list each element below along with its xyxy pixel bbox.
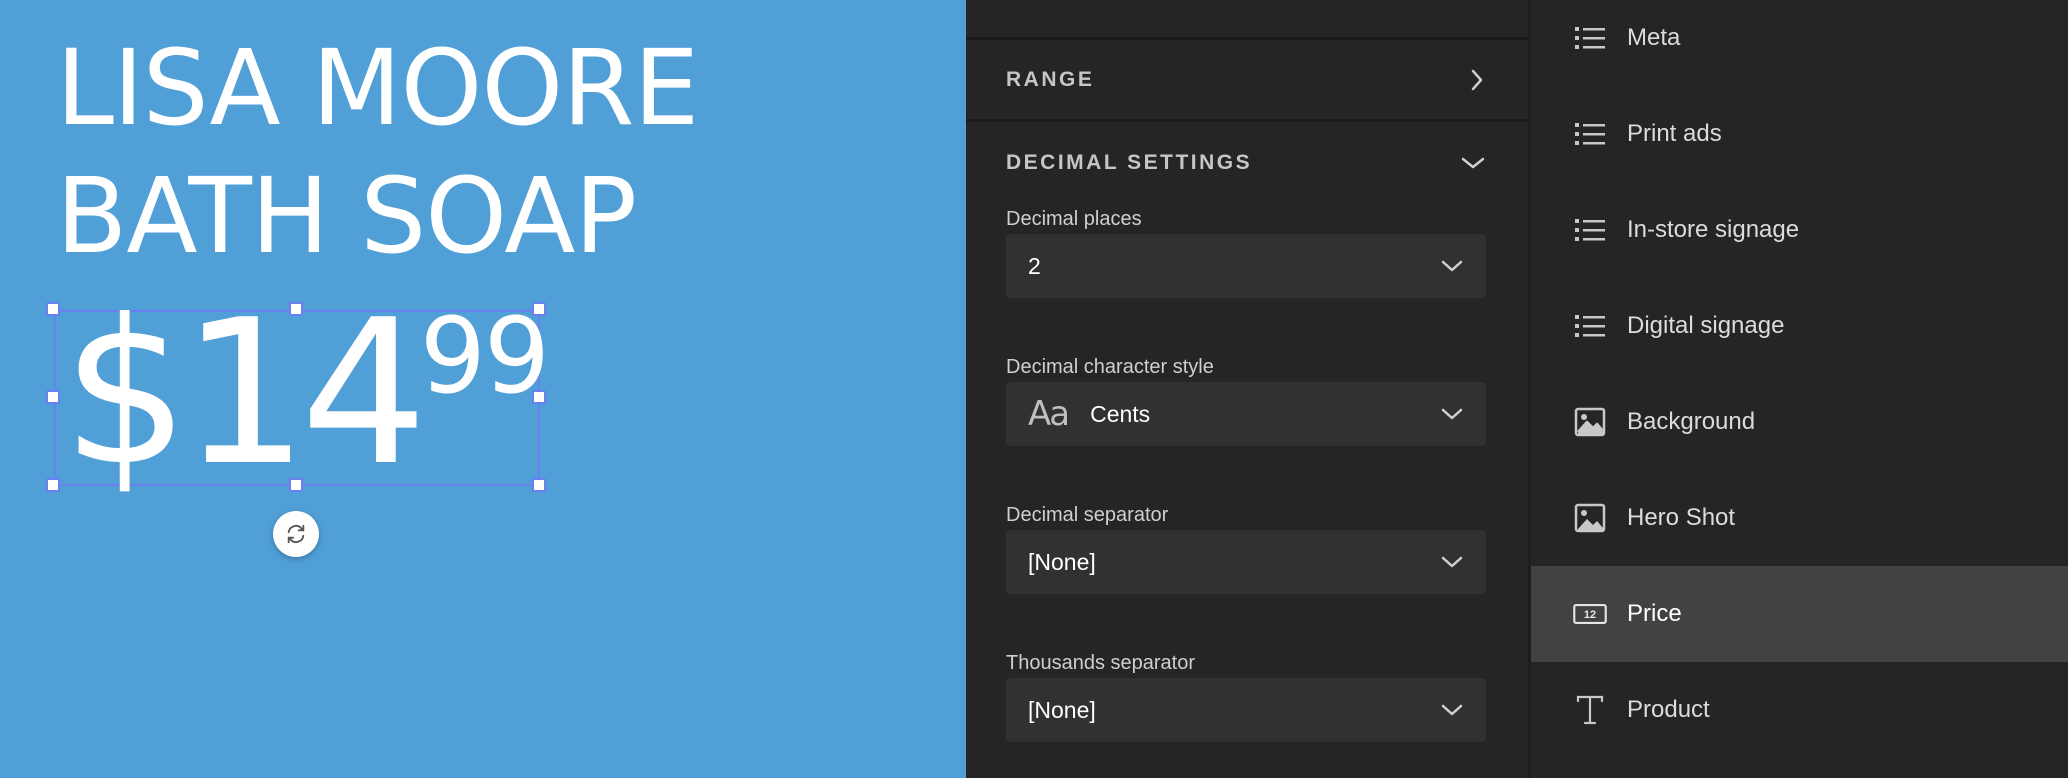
layer-label: Product xyxy=(1627,696,1710,723)
resize-handle-bottom-center[interactable] xyxy=(289,478,303,492)
chevron-right-icon xyxy=(1471,69,1483,90)
price-icon-text: 12 xyxy=(1584,609,1596,621)
list-icon xyxy=(1573,117,1607,151)
chevron-down-icon xyxy=(1441,556,1463,568)
resize-handle-bottom-right[interactable] xyxy=(532,478,546,492)
resize-handle-top-center[interactable] xyxy=(289,302,303,316)
decimal-places-label: Decimal places xyxy=(1006,208,1142,230)
range-section-label: RANGE xyxy=(1006,67,1095,91)
rotate-button[interactable] xyxy=(273,511,319,557)
list-icon xyxy=(1573,213,1607,247)
panel-top-bar xyxy=(966,0,1528,40)
chevron-down-icon xyxy=(1441,408,1463,420)
decimal-char-style-select[interactable]: Aa Cents xyxy=(1006,382,1486,446)
headline-line-2: BATH SOAP xyxy=(56,155,637,277)
layer-item-print-ads[interactable]: Print ads xyxy=(1531,86,2068,182)
headline-line-1: LISA MOORE xyxy=(56,27,699,149)
thousands-separator-label: Thousands separator xyxy=(1006,652,1196,674)
resize-handle-top-right[interactable] xyxy=(532,302,546,316)
resize-handle-middle-left[interactable] xyxy=(46,390,60,404)
layer-item-product[interactable]: Product xyxy=(1531,662,2068,758)
price-main: $14 xyxy=(62,277,428,510)
decimal-separator-select[interactable]: [None] xyxy=(1006,530,1486,594)
price-text: $1499 xyxy=(62,294,550,494)
layer-item-in-store-signage[interactable]: In-store signage xyxy=(1531,182,2068,278)
list-icon xyxy=(1573,21,1607,55)
price-selection-box[interactable]: $1499 xyxy=(54,294,550,494)
decimal-places-select[interactable]: 2 xyxy=(1006,234,1486,298)
resize-handle-bottom-left[interactable] xyxy=(46,478,60,492)
layer-label: Background xyxy=(1627,408,1756,435)
thousands-separator-select[interactable]: [None] xyxy=(1006,678,1486,742)
layer-item-price[interactable]: 12 Price xyxy=(1531,566,2068,662)
layer-item-hero-shot[interactable]: Hero Shot xyxy=(1531,470,2068,566)
decimal-settings-section-header[interactable]: DECIMAL SETTINGS xyxy=(966,122,1528,204)
decimal-char-style-value: Cents xyxy=(1090,400,1151,427)
decimal-separator-label: Decimal separator xyxy=(1006,504,1169,526)
settings-panel: RANGE DECIMAL SETTINGS Decimal places 2 … xyxy=(966,0,1528,778)
layer-item-meta[interactable]: Meta xyxy=(1531,0,2068,86)
headline-text[interactable]: LISA MOORE BATH SOAP xyxy=(56,24,699,280)
decimal-places-value: 2 xyxy=(1028,252,1041,279)
layers-sidebar: Meta Print ads In-store signage Digital … xyxy=(1528,0,2068,778)
character-style-icon: Aa xyxy=(1028,394,1070,434)
layer-label: Digital signage xyxy=(1627,312,1785,339)
decimal-separator-value: [None] xyxy=(1028,548,1096,575)
range-section-header[interactable]: RANGE xyxy=(966,40,1528,122)
chevron-down-icon xyxy=(1461,157,1485,169)
decimal-settings-section-label: DECIMAL SETTINGS xyxy=(1006,151,1253,174)
resize-handle-top-left[interactable] xyxy=(46,302,60,316)
layer-label: Meta xyxy=(1627,24,1681,51)
design-canvas[interactable]: LISA MOORE BATH SOAP $1499 xyxy=(0,0,966,778)
price-cents: 99 xyxy=(419,295,550,417)
price-icon: 12 xyxy=(1573,597,1607,631)
text-icon xyxy=(1573,693,1607,727)
layer-label: Price xyxy=(1627,600,1682,627)
image-icon xyxy=(1573,501,1607,535)
layer-label: Print ads xyxy=(1627,120,1722,147)
layer-label: Hero Shot xyxy=(1627,504,1736,531)
list-icon xyxy=(1573,309,1607,343)
decimal-char-style-label: Decimal character style xyxy=(1006,356,1214,378)
chevron-down-icon xyxy=(1441,704,1463,716)
thousands-separator-value: [None] xyxy=(1028,696,1096,723)
chevron-down-icon xyxy=(1441,260,1463,272)
layer-item-background[interactable]: Background xyxy=(1531,374,2068,470)
layer-label: In-store signage xyxy=(1627,216,1800,243)
image-icon xyxy=(1573,405,1607,439)
resize-handle-middle-right[interactable] xyxy=(532,390,546,404)
layer-item-digital-signage[interactable]: Digital signage xyxy=(1531,278,2068,374)
rotate-icon xyxy=(287,524,305,544)
